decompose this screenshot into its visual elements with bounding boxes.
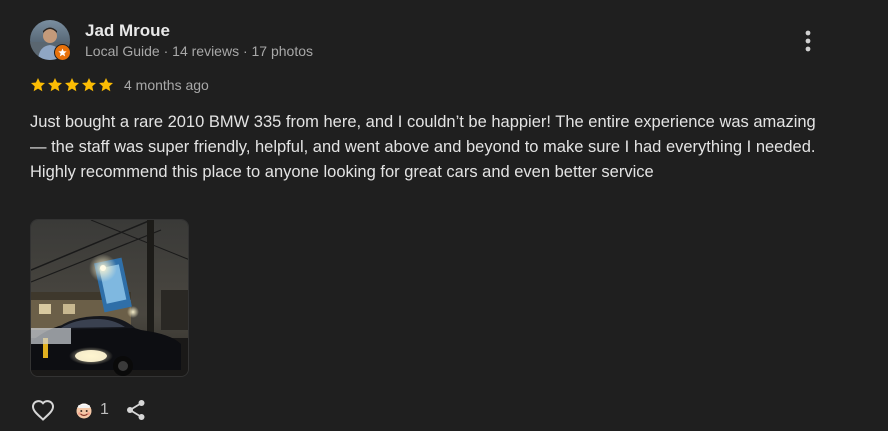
share-icon xyxy=(126,400,145,420)
review-date: 4 months ago xyxy=(124,77,209,93)
share-button[interactable] xyxy=(123,397,149,423)
reaction-button[interactable]: 1 xyxy=(74,400,109,420)
reaction-emoji-icon xyxy=(76,403,92,419)
reviewer-meta[interactable]: Local Guide · 14 reviews · 17 photos xyxy=(85,42,313,60)
review-photo[interactable] xyxy=(30,219,189,377)
rating-row: 4 months ago xyxy=(30,75,209,95)
like-button[interactable] xyxy=(30,397,56,423)
star-rating xyxy=(30,77,114,93)
star-icon xyxy=(82,78,96,92)
reviewer-name[interactable]: Jad Mroue xyxy=(85,21,170,41)
reaction-count: 1 xyxy=(100,401,109,418)
star-icon xyxy=(99,78,113,92)
star-icon xyxy=(48,78,62,92)
local-guide-badge-icon xyxy=(54,44,71,61)
review-actions: 1 xyxy=(30,396,149,424)
reviewer-avatar[interactable] xyxy=(30,20,71,61)
more-vert-icon xyxy=(805,30,811,52)
more-options-button[interactable] xyxy=(794,26,822,56)
heart-outline-icon xyxy=(31,400,55,421)
review-card: Jad Mroue Local Guide · 14 reviews · 17 … xyxy=(0,0,888,431)
review-text: Just bought a rare 2010 BMW 335 from her… xyxy=(30,113,816,181)
star-icon xyxy=(65,78,79,92)
star-icon xyxy=(31,78,45,92)
